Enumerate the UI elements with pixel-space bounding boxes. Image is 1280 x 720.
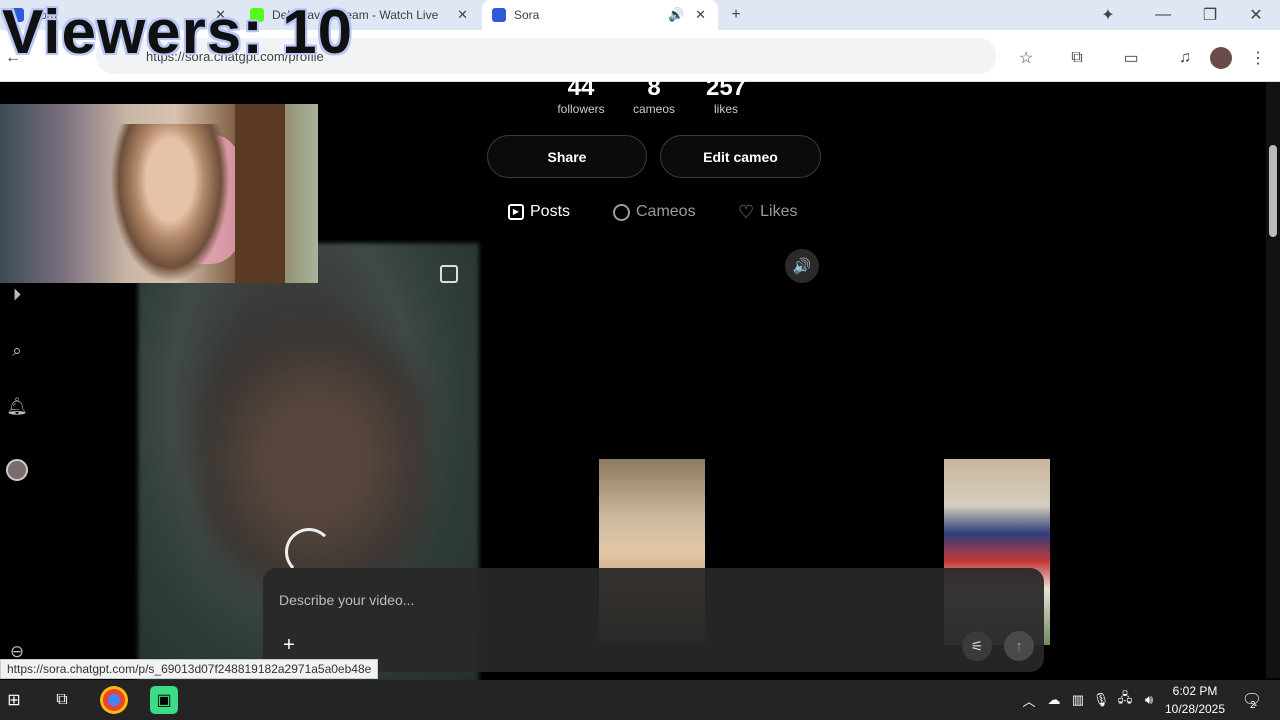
user-avatar[interactable] xyxy=(6,459,28,481)
cameos-icon xyxy=(613,203,630,221)
taskbar-clock[interactable]: 6:02 PM 10/28/2025 xyxy=(1160,682,1230,718)
tab-likes[interactable]: ♡ Likes xyxy=(738,200,798,224)
bell-icon[interactable]: 🔔︎ xyxy=(6,396,28,418)
fullscreen-icon[interactable] xyxy=(440,265,458,283)
posts-icon: ▶ xyxy=(508,204,524,220)
sora-favicon-icon xyxy=(492,8,506,22)
restore-icon[interactable]: ❐ xyxy=(1199,4,1221,26)
new-tab-icon[interactable]: + xyxy=(725,4,747,26)
tab-likes-label: Likes xyxy=(760,203,798,220)
webcam-door xyxy=(235,104,285,283)
search-icon[interactable]: ⌕ xyxy=(6,340,28,362)
add-media-button[interactable]: + xyxy=(278,634,300,656)
webcam-streamer xyxy=(110,124,230,283)
extensions-icon[interactable]: ⧉ xyxy=(1066,47,1088,69)
chevron-up-icon[interactable]: ︿ xyxy=(1015,686,1043,714)
followers-stat[interactable]: 44 followers xyxy=(552,74,610,116)
volume-button[interactable]: 🔊 xyxy=(785,249,819,283)
cameos-stat[interactable]: 8 cameos xyxy=(628,74,680,116)
tab-title: Sora xyxy=(514,8,540,22)
cameos-count: 8 xyxy=(647,74,661,101)
menu-dots-icon[interactable]: ⋮ xyxy=(1247,47,1269,69)
likes-stat[interactable]: 257 likes xyxy=(700,74,752,116)
send-button[interactable]: ↑ xyxy=(1004,631,1034,661)
prompt-composer[interactable]: Describe your video... xyxy=(263,568,1044,672)
tab-sora-active[interactable]: Sora 🔊 ✕ xyxy=(482,0,718,30)
play-icon[interactable]: ⏵ xyxy=(6,284,28,306)
viewers-counter: Viewers: 10 xyxy=(2,0,354,67)
speaker-icon[interactable]: 🔊 xyxy=(668,7,684,23)
cameos-label: cameos xyxy=(632,102,676,116)
streaming-app-icon[interactable]: ▣ xyxy=(150,686,178,714)
chrome-taskbar-icon[interactable] xyxy=(100,686,128,714)
likes-label: likes xyxy=(713,102,738,116)
tab-posts-label: Posts xyxy=(530,203,571,220)
task-view-icon[interactable]: ⧉ xyxy=(48,686,76,714)
close-tab-icon[interactable]: ✕ xyxy=(695,7,706,23)
edit-cameo-button[interactable]: Edit cameo xyxy=(660,135,821,178)
share-button[interactable]: Share xyxy=(487,135,647,178)
media-controls-icon[interactable]: ♫ xyxy=(1174,47,1196,69)
likes-count: 257 xyxy=(705,74,747,101)
star-icon[interactable]: ☆ xyxy=(1015,47,1037,69)
prompt-input[interactable]: Describe your video... xyxy=(279,592,414,608)
windows-start-icon[interactable]: ⊞ xyxy=(0,686,28,714)
cast-icon[interactable]: ▭ xyxy=(1120,47,1142,69)
tab-posts[interactable]: ▶ Posts xyxy=(508,200,570,224)
gemini-icon[interactable]: ✦ xyxy=(1097,4,1119,26)
profile-avatar[interactable] xyxy=(1210,47,1232,69)
minimize-icon[interactable]: — xyxy=(1152,4,1174,26)
clock-time: 6:02 PM xyxy=(1172,684,1218,698)
volume-icon[interactable]: 🔊︎ xyxy=(1135,686,1163,714)
close-window-icon[interactable]: ✕ xyxy=(1245,4,1267,26)
webcam-overlay xyxy=(0,104,318,283)
followers-label: followers xyxy=(557,102,605,116)
followers-count: 44 xyxy=(567,74,595,101)
tab-cameos-label: Cameos xyxy=(636,203,696,220)
clock-date: 10/28/2025 xyxy=(1164,702,1226,716)
scrollbar-thumb[interactable] xyxy=(1269,145,1277,237)
notification-badge: 2 xyxy=(1250,700,1256,711)
heart-icon: ♡ xyxy=(738,201,755,222)
close-tab-icon[interactable]: ✕ xyxy=(457,7,468,23)
status-url: https://sora.chatgpt.com/p/s_69013d07f24… xyxy=(0,659,379,679)
settings-sliders-button[interactable]: ⚟ xyxy=(962,631,992,661)
tab-cameos[interactable]: Cameos xyxy=(613,200,696,224)
